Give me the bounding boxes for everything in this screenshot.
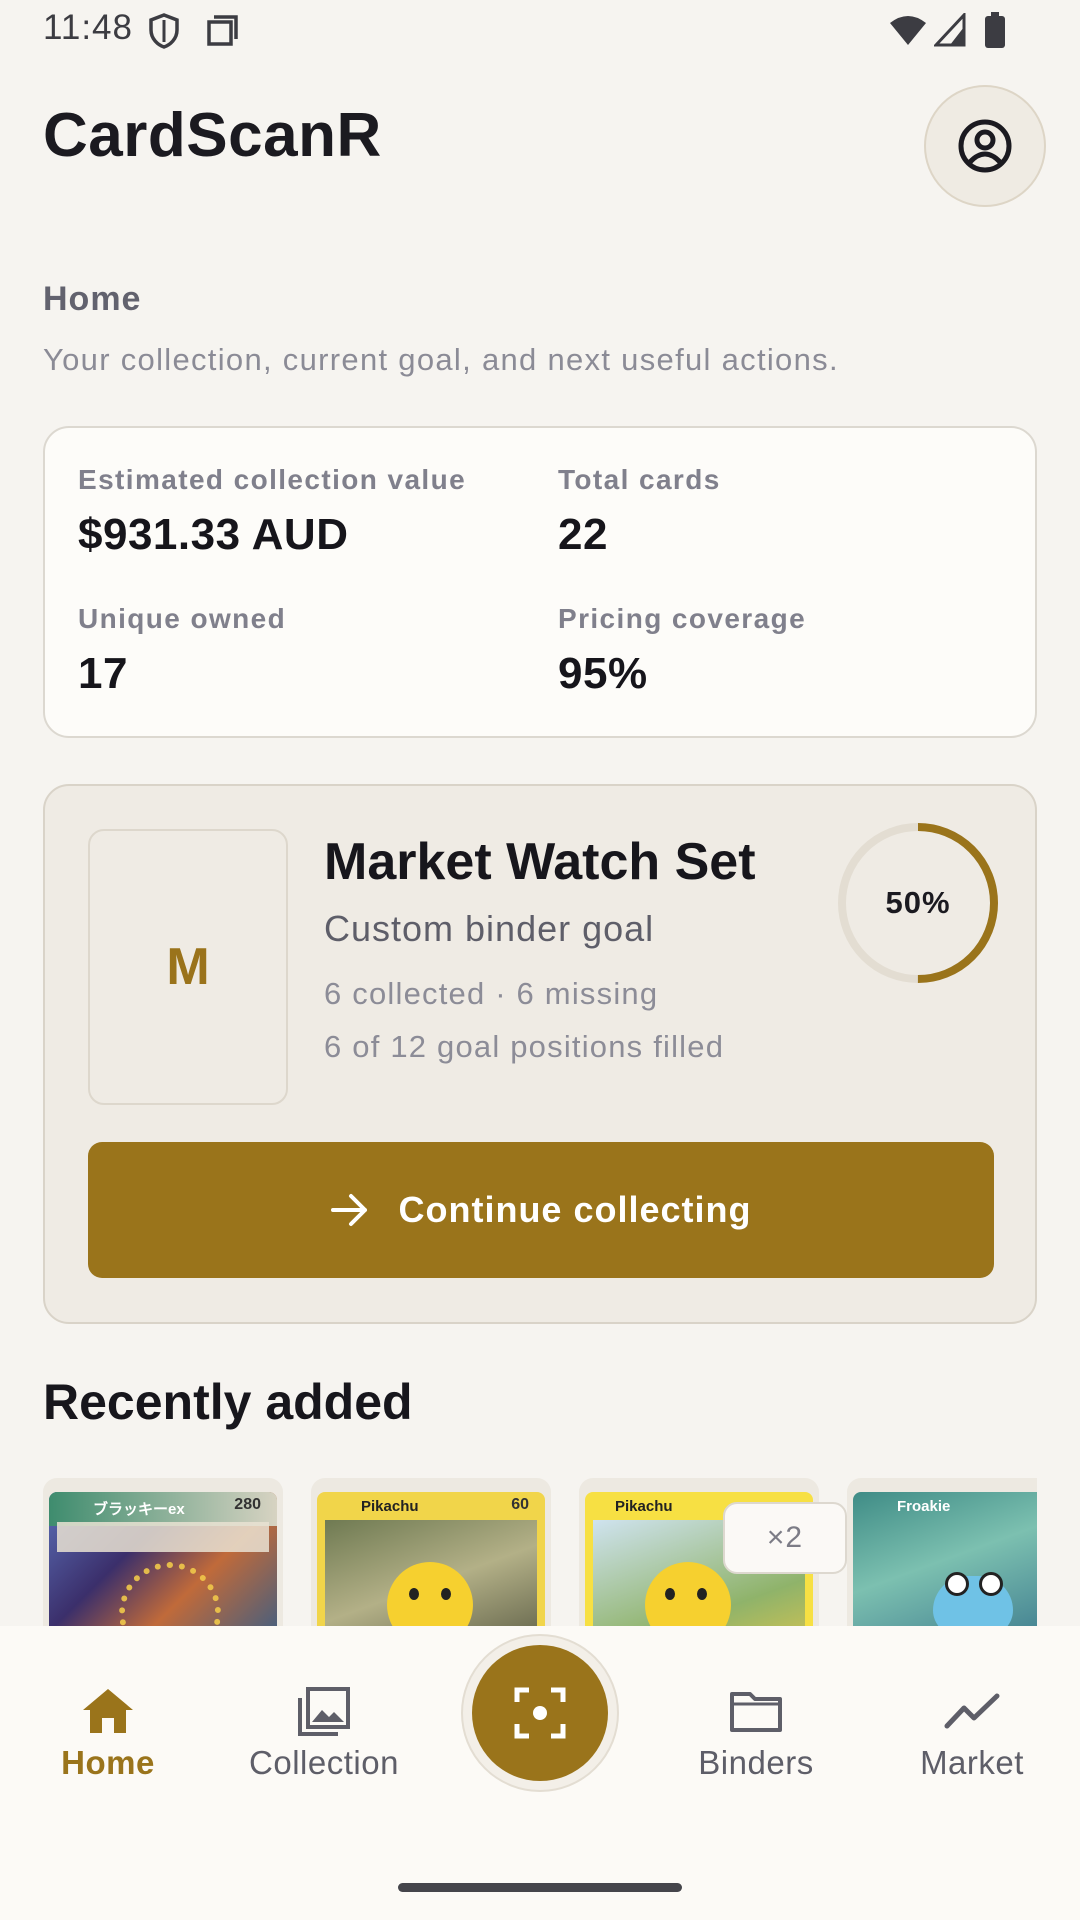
nav-label: Collection [249, 1744, 399, 1781]
quantity-badge: ×2 [723, 1502, 847, 1574]
nav-collection[interactable]: Collection [224, 1686, 424, 1806]
stat-value: 95% [558, 649, 648, 698]
cell-signal-icon [934, 13, 966, 47]
nav-label: Binders [698, 1744, 814, 1781]
recently-added-heading: Recently added [43, 1374, 413, 1430]
goal-positions-filled: 6 of 12 goal positions filled [324, 1029, 725, 1064]
trend-line-icon [944, 1693, 1000, 1729]
scan-button-inner [472, 1645, 608, 1781]
stat-collection-value: Estimated collection value $931.33 AUD [78, 464, 466, 560]
recent-card[interactable]: Froakie [847, 1478, 1037, 1626]
nav-label: Market [920, 1744, 1024, 1781]
image-stack-icon [298, 1687, 350, 1736]
continue-collecting-button[interactable]: Continue collecting [88, 1142, 994, 1278]
gesture-home-indicator[interactable] [398, 1883, 682, 1892]
stat-label: Total cards [558, 464, 721, 495]
goal-subtitle: Custom binder goal [324, 908, 655, 949]
sim-card-icon [207, 15, 238, 46]
wifi-icon [890, 16, 926, 45]
account-circle-icon [958, 119, 1012, 173]
scan-button[interactable] [461, 1634, 619, 1792]
home-icon [83, 1689, 133, 1733]
goal-collected-count: 6 collected · 6 missing [324, 976, 659, 1011]
stat-unique-owned: Unique owned 17 [78, 603, 286, 699]
stat-value: 17 [78, 649, 128, 698]
stat-pricing-coverage: Pricing coverage 95% [558, 603, 806, 699]
battery-icon [985, 12, 1005, 48]
current-goal-card[interactable]: M Market Watch Set Custom binder goal 6 … [43, 784, 1037, 1324]
card-name: Pikachu [361, 1498, 419, 1515]
card-name: Pikachu [615, 1498, 673, 1515]
stat-label: Estimated collection value [78, 464, 467, 495]
page-heading: Home [43, 280, 142, 318]
page-subtitle: Your collection, current goal, and next … [43, 342, 839, 377]
stat-label: Unique owned [78, 603, 287, 634]
status-time: 11:48 [43, 8, 133, 47]
stat-value: 22 [558, 510, 608, 559]
shield-icon [149, 13, 179, 49]
folder-icon [730, 1692, 782, 1732]
stat-value: $931.33 AUD [78, 510, 349, 559]
goal-thumbnail: M [88, 829, 288, 1105]
continue-collecting-label: Continue collecting [398, 1189, 752, 1230]
card-hp: 280 [234, 1496, 261, 1513]
recently-added-strip[interactable]: ブラッキーex 280 Pikachu 60 Pikachu ×2 Froaki… [43, 1478, 1037, 1626]
status-bar: 11:48 [0, 0, 1080, 62]
goal-title: Market Watch Set [324, 833, 756, 891]
card-hp: 60 [511, 1496, 529, 1513]
app-title: CardScanR [43, 101, 382, 170]
stat-label: Pricing coverage [558, 603, 807, 634]
nav-binders[interactable]: Binders [656, 1686, 856, 1806]
arrow-right-icon [331, 1194, 368, 1226]
card-name: Froakie [897, 1498, 951, 1515]
profile-button[interactable] [924, 85, 1046, 207]
nav-label: Home [61, 1744, 155, 1781]
goal-progress-label: 50% [885, 885, 951, 920]
stat-total-cards: Total cards 22 [558, 464, 721, 560]
collection-stats-card: Estimated collection value $931.33 AUD T… [43, 426, 1037, 738]
recent-card[interactable]: Pikachu 60 [311, 1478, 551, 1626]
card-art-pikachu: Pikachu 60 [317, 1492, 545, 1626]
card-art-umbreon-ex: ブラッキーex 280 [49, 1492, 277, 1626]
nav-market[interactable]: Market [872, 1686, 1072, 1806]
scan-frame-icon [514, 1687, 566, 1739]
recent-card[interactable]: ブラッキーex 280 [43, 1478, 283, 1626]
card-art-froakie: Froakie [853, 1492, 1037, 1626]
nav-home[interactable]: Home [8, 1686, 208, 1806]
card-name: ブラッキーex [93, 1501, 185, 1518]
